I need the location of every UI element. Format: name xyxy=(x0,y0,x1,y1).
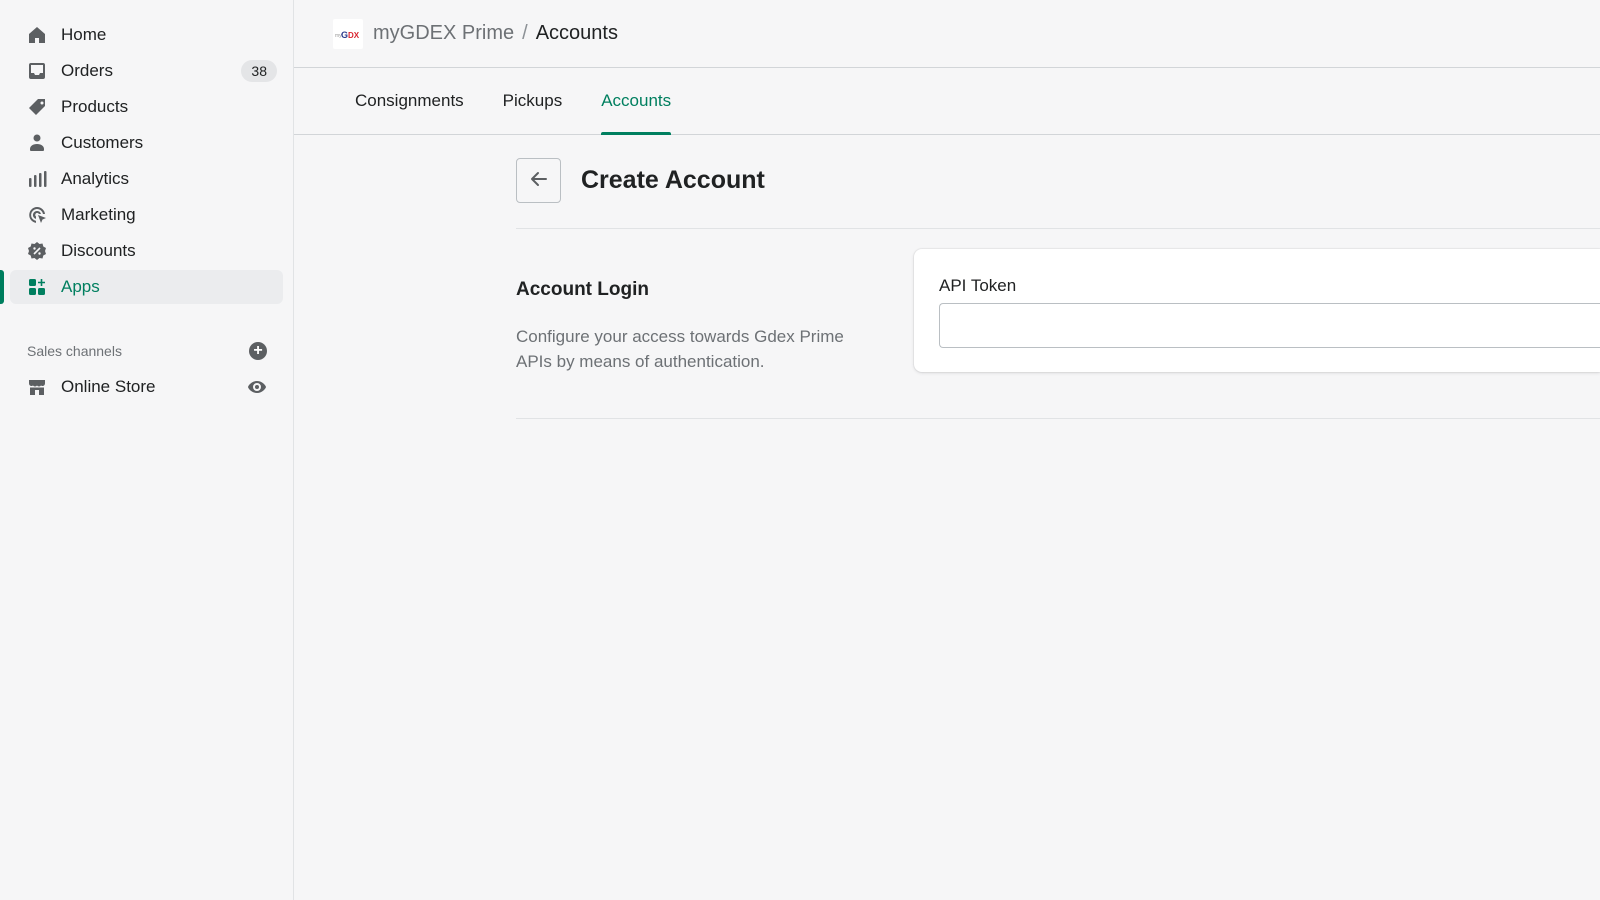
home-icon xyxy=(27,25,47,45)
sidebar-item-analytics[interactable]: Analytics xyxy=(10,162,283,196)
sales-channels-heading: Sales channels xyxy=(27,343,122,359)
orders-icon xyxy=(27,61,47,81)
sidebar-item-online-store[interactable]: Online Store xyxy=(10,370,283,404)
header-divider xyxy=(516,228,1600,229)
section-divider xyxy=(516,418,1600,419)
tab-accounts[interactable]: Accounts xyxy=(601,68,671,135)
main-area: my G DX myGDEX Prime / Accounts Consignmen… xyxy=(294,0,1600,900)
breadcrumb-separator: / xyxy=(522,22,528,44)
sidebar-item-marketing[interactable]: Marketing xyxy=(10,198,283,232)
svg-text:DX: DX xyxy=(348,31,360,39)
sidebar-item-label: Analytics xyxy=(61,169,130,188)
bar-chart-icon xyxy=(27,169,47,189)
app-header: my G DX myGDEX Prime / Accounts xyxy=(294,0,1600,68)
sales-channels-header: Sales channels + xyxy=(27,342,267,360)
store-icon xyxy=(27,377,47,397)
discount-icon xyxy=(27,241,47,261)
sidebar-item-label: Online Store xyxy=(61,377,156,396)
api-token-input[interactable] xyxy=(939,303,1600,348)
sidebar-item-products[interactable]: Products xyxy=(10,90,283,124)
sidebar-item-apps[interactable]: Apps xyxy=(0,270,283,304)
sidebar-item-label: Products xyxy=(61,97,129,116)
gdex-logo: my G DX xyxy=(333,18,363,49)
section-description: Configure your access towards Gdex Prime… xyxy=(516,327,844,371)
back-button[interactable] xyxy=(516,158,561,203)
sidebar-item-label: Orders xyxy=(61,61,113,80)
breadcrumb-app[interactable]: myGDEX Prime xyxy=(373,22,514,45)
sidebar: Home Orders 38 Products Customers Analyt… xyxy=(0,0,294,900)
tab-consignments[interactable]: Consignments xyxy=(355,68,464,134)
annotated-section: Account Login Configure your access towa… xyxy=(516,249,1600,374)
sidebar-item-label: Apps xyxy=(61,277,100,296)
sidebar-item-label: Customers xyxy=(61,133,144,152)
marketing-icon xyxy=(27,205,47,225)
sidebar-item-customers[interactable]: Customers xyxy=(10,126,283,160)
orders-count-badge: 38 xyxy=(241,60,277,82)
sidebar-item-label: Discounts xyxy=(61,241,136,260)
page-header: Create Account xyxy=(516,158,1600,203)
account-login-card: API Token xyxy=(914,249,1600,372)
eye-icon[interactable] xyxy=(247,378,267,396)
sidebar-item-label: Home xyxy=(61,25,107,44)
tab-pickups[interactable]: Pickups xyxy=(503,68,563,134)
page-title: Create Account xyxy=(581,166,765,194)
sidebar-item-orders[interactable]: Orders 38 xyxy=(10,54,283,88)
arrow-left-icon xyxy=(529,169,549,192)
tag-icon xyxy=(27,97,47,117)
tab-bar: Consignments Pickups Accounts xyxy=(294,68,1600,135)
section-title: Account Login xyxy=(516,279,649,300)
person-icon xyxy=(27,133,47,153)
sidebar-item-label: Marketing xyxy=(61,205,136,224)
breadcrumb-current: Accounts xyxy=(535,22,618,44)
sidebar-item-discounts[interactable]: Discounts xyxy=(10,234,283,268)
page-content: Create Account Account Login Configure y… xyxy=(516,158,1600,419)
api-token-label: API Token xyxy=(939,276,1017,295)
section-annotation: Account Login Configure your access towa… xyxy=(516,249,914,374)
plus-circle-icon[interactable]: + xyxy=(249,342,267,360)
sidebar-item-home[interactable]: Home xyxy=(10,18,283,52)
svg-text:G: G xyxy=(341,30,348,39)
apps-icon xyxy=(27,277,47,297)
